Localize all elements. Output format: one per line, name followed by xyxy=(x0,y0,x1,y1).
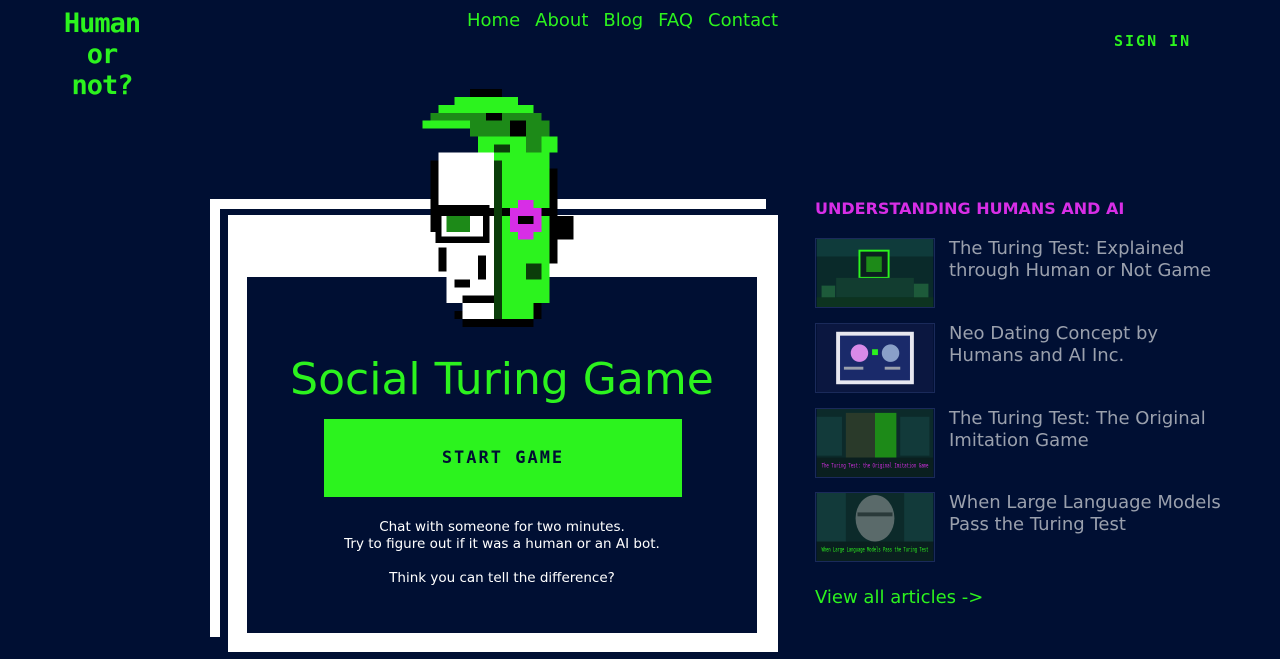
thumbnail-caption: The Turing Test: the Original Imitation … xyxy=(822,462,929,469)
nav-faq[interactable]: FAQ xyxy=(658,10,693,31)
start-game-button[interactable]: START GAME xyxy=(324,419,682,497)
logo-line-not: not? xyxy=(71,70,133,101)
face-portrait-thumbnail: When Large Language Models Pass the Turi… xyxy=(815,492,935,562)
article-item[interactable]: Neo Dating Concept by Humans and AI Inc. xyxy=(815,323,1235,393)
logo-line-human: Human xyxy=(63,8,141,39)
sidebar-heading: UNDERSTANDING HUMANS AND AI xyxy=(815,199,1125,218)
nav-contact[interactable]: Contact xyxy=(708,10,778,31)
article-item[interactable]: The Turing Test: the Original Imitation … xyxy=(815,408,1235,478)
nav-blog[interactable]: Blog xyxy=(603,10,643,31)
article-item[interactable]: The Turing Test: Explained through Human… xyxy=(815,238,1235,308)
dating-faces-thumbnail xyxy=(815,323,935,393)
logo-line-or: or xyxy=(86,39,119,70)
description-line-1: Chat with someone for two minutes. xyxy=(379,519,625,535)
nav-home[interactable]: Home xyxy=(467,10,520,31)
article-title: The Turing Test: Explained through Human… xyxy=(949,238,1212,281)
article-item[interactable]: When Large Language Models Pass the Turi… xyxy=(815,492,1235,562)
description-question: Think you can tell the difference? xyxy=(389,570,615,586)
hero-description: Chat with someone for two minutes. Try t… xyxy=(247,519,757,587)
face-circuit-thumbnail: The Turing Test: the Original Imitation … xyxy=(815,408,935,478)
thumbnail-caption: When Large Language Models Pass the Turi… xyxy=(822,546,929,553)
hero-title: Social Turing Game xyxy=(290,354,714,405)
computer-scene-thumbnail xyxy=(815,238,935,308)
logo[interactable]: Human or not? xyxy=(47,8,157,101)
article-title: Neo Dating Concept by Humans and AI Inc. xyxy=(949,323,1159,366)
main-nav: Home About Blog FAQ Contact xyxy=(467,10,778,31)
view-all-articles-link[interactable]: View all articles -> xyxy=(815,587,983,608)
pixel-face-icon xyxy=(422,89,574,327)
nav-about[interactable]: About xyxy=(535,10,588,31)
sign-in-button[interactable]: SIGN IN xyxy=(1114,32,1191,50)
description-line-2: Try to figure out if it was a human or a… xyxy=(344,536,660,552)
article-title: When Large Language Models Pass the Turi… xyxy=(949,492,1221,535)
article-title: The Turing Test: The Original Imitation … xyxy=(949,408,1206,451)
